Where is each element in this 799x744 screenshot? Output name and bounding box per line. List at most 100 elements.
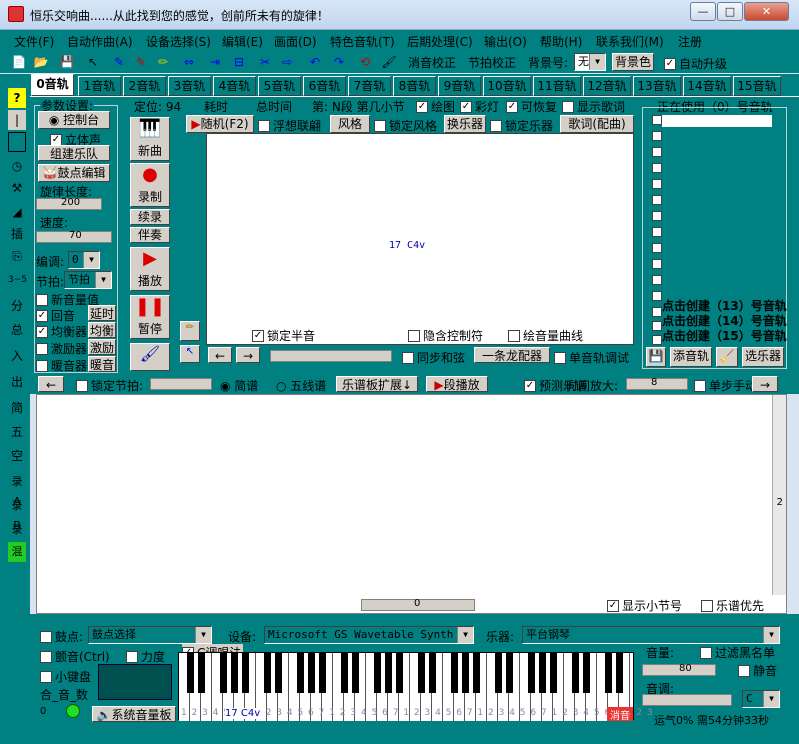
instrument-select[interactable]: 平台钢琴 ▼: [522, 626, 780, 644]
sidebar-help[interactable]: ?: [8, 88, 26, 108]
insert-icon[interactable]: ⇨: [278, 53, 296, 71]
track-list-selected[interactable]: [662, 115, 772, 127]
warmer-checkbox[interactable]: 暖音器: [36, 357, 87, 374]
key-select-bottom[interactable]: C ▼: [742, 690, 780, 708]
wrench-icon[interactable]: ⚒: [8, 178, 26, 198]
play-button[interactable]: ▶ 播放: [130, 247, 170, 291]
segment-play-button[interactable]: ▶段播放: [426, 376, 488, 392]
tab-track-15[interactable]: 15音轨: [733, 76, 781, 96]
sidebar-split[interactable]: 分: [8, 296, 26, 316]
ramp-icon[interactable]: ◢: [8, 202, 26, 222]
accompany-button[interactable]: 伴奏: [130, 227, 170, 243]
redo-icon[interactable]: ↷: [330, 53, 348, 71]
tab-track-1[interactable]: 1音轨: [78, 76, 121, 96]
broom-icon[interactable]: 🧹: [716, 347, 738, 367]
sidebar-simple[interactable]: 简: [8, 398, 26, 418]
tab-track-14[interactable]: 14音轨: [683, 76, 731, 96]
cursor-tool-icon[interactable]: ↖: [180, 345, 200, 363]
sidebar-total[interactable]: 总: [8, 320, 26, 340]
sidebar-empty[interactable]: 空: [8, 446, 26, 466]
equalizer-checkbox[interactable]: ✓ 均衡器: [36, 323, 87, 340]
association-checkbox[interactable]: 浮想联翩: [258, 117, 321, 134]
hidden-control-checkbox[interactable]: 隐含控制符: [408, 327, 483, 344]
volume-calib-button[interactable]: 消音校正: [408, 54, 456, 71]
copy-icon[interactable]: ⎘: [8, 246, 26, 266]
pen-red-icon[interactable]: ✎: [132, 53, 150, 71]
left-arrow-button[interactable]: ←: [208, 347, 232, 363]
delay-button[interactable]: 延时: [88, 305, 116, 321]
record-button[interactable]: ● 录制: [130, 163, 170, 207]
change-instrument-button[interactable]: 换乐器: [444, 115, 486, 133]
sync-chord-checkbox[interactable]: 同步和弦: [402, 349, 465, 366]
beat-select[interactable]: 节拍 ▼: [64, 271, 112, 289]
draw-checkbox[interactable]: ✓ 绘图: [416, 98, 455, 115]
bg-color-button[interactable]: 背景色: [612, 53, 654, 71]
tab-track-6[interactable]: 6音轨: [303, 76, 346, 96]
console-button[interactable]: ◉ 控制台: [38, 111, 110, 129]
mute-button[interactable]: 消音: [607, 707, 633, 722]
add-track-button[interactable]: 添音轨: [670, 347, 712, 367]
score-editor[interactable]: 2 0 ✓ 显示小节号 乐谱优先: [36, 394, 787, 614]
score-first-checkbox[interactable]: 乐谱优先: [701, 597, 764, 614]
brush-tool-button[interactable]: 🖌: [130, 343, 170, 371]
tab-track-12[interactable]: 12音轨: [583, 76, 631, 96]
dragon-button[interactable]: 一条龙配器: [474, 347, 550, 363]
composition-canvas[interactable]: 17 C4v: [206, 133, 634, 345]
save-icon[interactable]: 💾: [58, 53, 76, 71]
save-track-icon[interactable]: 💾: [646, 347, 666, 367]
force-checkbox[interactable]: 力度: [126, 648, 165, 665]
pencil-tool-icon[interactable]: ✏: [180, 321, 200, 341]
sidebar-cursor[interactable]: |: [8, 110, 26, 130]
canvas-scroll-slider[interactable]: [270, 350, 392, 362]
pitch-slider[interactable]: [642, 694, 732, 706]
tab-track-10[interactable]: 10音轨: [483, 76, 531, 96]
balance-button[interactable]: 均衡: [88, 322, 116, 338]
drum-select[interactable]: 鼓点选择 ▼: [88, 626, 212, 644]
pencil-icon[interactable]: ✏: [154, 53, 172, 71]
system-volume-button[interactable]: 🔊系统音量板: [92, 706, 176, 722]
menu-special-track[interactable]: 特色音轨(T): [330, 33, 395, 50]
loop-icon[interactable]: ⟲: [356, 53, 374, 71]
score-right-button[interactable]: →: [752, 376, 778, 392]
beat-calib-button[interactable]: 节拍校正: [468, 54, 516, 71]
step-manual-checkbox[interactable]: 单步手动: [694, 377, 757, 394]
color-light-checkbox[interactable]: ✓ 彩灯: [460, 98, 499, 115]
sidebar-frame[interactable]: [8, 132, 26, 152]
lock-beat-checkbox[interactable]: 锁定节拍:: [76, 377, 143, 394]
menu-contact[interactable]: 联系我们(M): [596, 33, 664, 50]
piano-keyboard[interactable]: 1 2 3 4 5 6 7 1 2 3 4 5 6 7 1 2 3 4 5 6 …: [178, 652, 653, 722]
recoverable-checkbox[interactable]: ✓ 可恢复: [506, 98, 557, 115]
warm-button[interactable]: 暖音: [88, 356, 116, 372]
exciter-checkbox[interactable]: 激励器: [36, 340, 87, 357]
editor-horizontal-scrollbar[interactable]: 0: [361, 598, 475, 611]
minimize-button[interactable]: —: [690, 2, 716, 21]
staff-radio[interactable]: ○ 五线谱: [276, 377, 326, 394]
volume-slider[interactable]: 80: [642, 663, 716, 676]
track-list[interactable]: 点击创建（13）号音轨 点击创建（14）号音轨 点击创建（15）号音轨: [648, 115, 787, 345]
sidebar-rec-a[interactable]: 录A: [8, 472, 26, 508]
sidebar-out[interactable]: 出: [8, 372, 26, 392]
expand-score-button[interactable]: 乐谱板扩展↓: [336, 376, 418, 392]
speed-slider[interactable]: 70: [36, 230, 112, 243]
random-button[interactable]: ▶随机(F2): [186, 115, 254, 133]
menu-edit[interactable]: 编辑(E): [222, 33, 263, 50]
menu-auto-compose[interactable]: 自动作曲(A): [67, 33, 133, 50]
clock-icon[interactable]: ◷: [8, 156, 26, 176]
bg-number-select[interactable]: 无 ▼: [574, 53, 606, 71]
right-arrow-button[interactable]: →: [236, 347, 260, 363]
pause-button[interactable]: ❚❚ 暂停: [130, 295, 170, 339]
cut-icon[interactable]: ✂: [256, 53, 274, 71]
style-button[interactable]: 风格: [330, 115, 370, 133]
mini-keyboard-checkbox[interactable]: 小键盘: [40, 668, 91, 685]
pointer-icon[interactable]: ↖: [84, 53, 102, 71]
time-zoom-slider[interactable]: 8: [626, 377, 688, 390]
silent-checkbox[interactable]: 静音: [738, 662, 777, 679]
sidebar-rec-b[interactable]: 录B: [8, 496, 26, 532]
maximize-button[interactable]: □: [717, 2, 743, 21]
tab-track-2[interactable]: 2音轨: [123, 76, 166, 96]
band-button[interactable]: 组建乐队: [38, 145, 110, 161]
menu-output[interactable]: 输出(O): [484, 33, 527, 50]
menu-device[interactable]: 设备选择(S): [146, 33, 211, 50]
create-track-15[interactable]: 点击创建（15）号音轨: [662, 327, 787, 344]
select-instrument-button[interactable]: 选乐器: [742, 347, 784, 367]
